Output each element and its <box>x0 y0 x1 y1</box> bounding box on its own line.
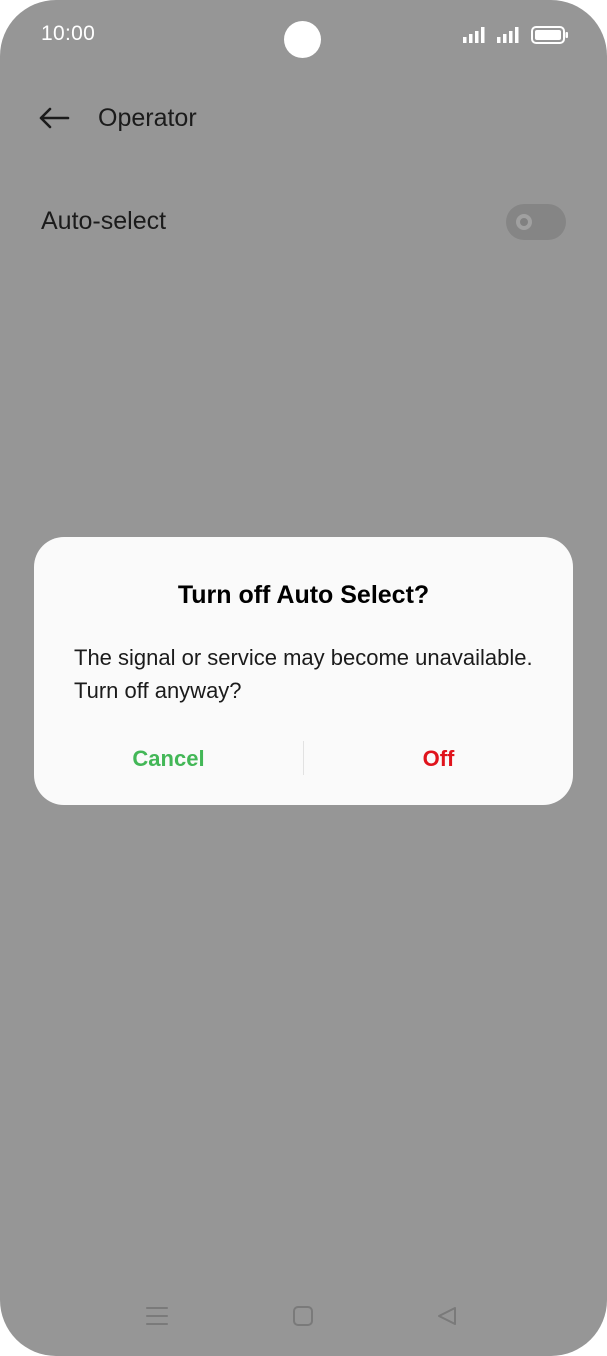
recent-apps-button[interactable] <box>141 1304 173 1332</box>
signal-icon <box>463 27 488 43</box>
battery-icon <box>531 26 569 44</box>
dialog-message: The signal or service may become unavail… <box>74 645 533 703</box>
camera-cutout <box>284 21 321 58</box>
arrow-left-icon <box>38 107 70 134</box>
status-icons <box>463 26 569 44</box>
cancel-button[interactable]: Cancel <box>34 737 303 781</box>
auto-select-row[interactable]: Auto-select <box>0 190 607 256</box>
signal-icon <box>497 27 522 43</box>
off-button[interactable]: Off <box>304 737 573 781</box>
phone-screen: 10:00 Operator Auto-select Turn off Auto… <box>0 0 607 1356</box>
nav-back-button[interactable] <box>431 1304 463 1332</box>
toggle-knob <box>516 214 532 230</box>
back-button[interactable] <box>34 100 74 140</box>
status-time: 10:00 <box>41 22 96 45</box>
home-icon <box>292 1305 314 1332</box>
dialog-title: Turn off Auto Select? <box>177 581 430 609</box>
page-title: Operator <box>98 104 197 132</box>
turn-off-auto-select-dialog: Turn off Auto Select? The signal or serv… <box>34 537 573 805</box>
back-triangle-icon <box>436 1305 458 1332</box>
auto-select-toggle[interactable] <box>506 204 566 240</box>
home-button[interactable] <box>287 1304 319 1332</box>
auto-select-label: Auto-select <box>41 207 167 235</box>
menu-icon <box>145 1305 169 1332</box>
